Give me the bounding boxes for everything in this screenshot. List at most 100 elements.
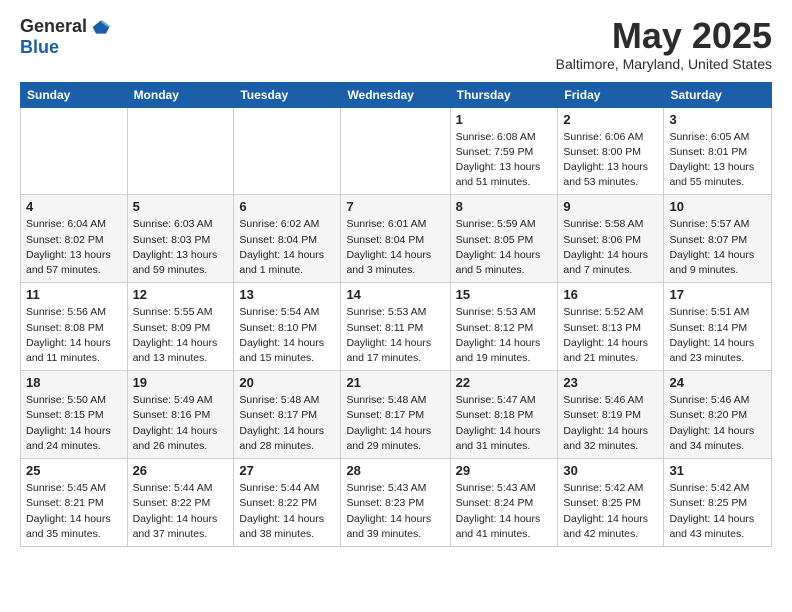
day-info: Sunrise: 5:56 AMSunset: 8:08 PMDaylight:… [26,305,122,366]
calendar-day-cell: 21 Sunrise: 5:48 AMSunset: 8:17 PMDayligh… [341,371,450,459]
day-info: Sunrise: 5:54 AMSunset: 8:10 PMDaylight:… [239,305,335,366]
day-number: 21 [346,375,444,390]
calendar-day-cell: 31Sunrise: 5:42 AMSunset: 8:25 PMDayligh… [664,459,772,547]
day-info: Sunrise: 6:08 AMSunset: 7:59 PMDaylight:… [456,130,553,191]
day-number: 29 [456,463,553,478]
calendar-day-cell: 22Sunrise: 5:47 AMSunset: 8:18 PMDayligh… [450,371,558,459]
day-number: 17 [669,287,766,302]
calendar-day-cell: 25Sunrise: 5:45 AMSunset: 8:21 PMDayligh… [21,459,128,547]
day-info: Sunrise: 5:43 AMSunset: 8:24 PMDaylight:… [456,481,553,542]
logo: General Blue [20,16,111,58]
day-info: Sunrise: 5:46 AMSunset: 8:20 PMDaylight:… [669,393,766,454]
day-info: Sunrise: 6:02 AMSunset: 8:04 PMDaylight:… [239,217,335,278]
day-info: Sunrise: 5:58 AMSunset: 8:06 PMDaylight:… [563,217,658,278]
calendar-day-cell: 6 Sunrise: 6:02 AMSunset: 8:04 PMDaylight… [234,195,341,283]
day-number: 18 [26,375,122,390]
day-number: 1 [456,112,553,127]
calendar-week-row: 11Sunrise: 5:56 AMSunset: 8:08 PMDayligh… [21,283,772,371]
calendar-day-cell: 10 Sunrise: 5:57 AMSunset: 8:07 PMDayligh… [664,195,772,283]
calendar-day-cell: 11Sunrise: 5:56 AMSunset: 8:08 PMDayligh… [21,283,128,371]
calendar-day-cell: 19 Sunrise: 5:49 AMSunset: 8:16 PMDayligh… [127,371,234,459]
calendar-day-cell: 14Sunrise: 5:53 AMSunset: 8:11 PMDayligh… [341,283,450,371]
day-info: Sunrise: 5:50 AMSunset: 8:15 PMDaylight:… [26,393,122,454]
calendar: SundayMondayTuesdayWednesdayThursdayFrid… [20,82,772,547]
day-info: Sunrise: 5:44 AMSunset: 8:22 PMDaylight:… [239,481,335,542]
day-number: 4 [26,199,122,214]
day-info: Sunrise: 5:46 AMSunset: 8:19 PMDaylight:… [563,393,658,454]
day-number: 23 [563,375,658,390]
day-info: Sunrise: 6:05 AMSunset: 8:01 PMDaylight:… [669,130,766,191]
calendar-day-cell: 29 Sunrise: 5:43 AMSunset: 8:24 PMDayligh… [450,459,558,547]
day-info: Sunrise: 5:53 AMSunset: 8:12 PMDaylight:… [456,305,553,366]
day-number: 16 [563,287,658,302]
calendar-week-row: 1 Sunrise: 6:08 AMSunset: 7:59 PMDaylight… [21,107,772,195]
calendar-day-cell: 13 Sunrise: 5:54 AMSunset: 8:10 PMDayligh… [234,283,341,371]
calendar-week-row: 25Sunrise: 5:45 AMSunset: 8:21 PMDayligh… [21,459,772,547]
calendar-header-day: Thursday [450,82,558,107]
day-info: Sunrise: 6:04 AMSunset: 8:02 PMDaylight:… [26,217,122,278]
header: General Blue May 2025 Baltimore, Marylan… [20,16,772,72]
calendar-day-cell: 23 Sunrise: 5:46 AMSunset: 8:19 PMDayligh… [558,371,664,459]
calendar-day-cell: 8Sunrise: 5:59 AMSunset: 8:05 PMDaylight… [450,195,558,283]
day-number: 13 [239,287,335,302]
day-number: 25 [26,463,122,478]
day-number: 28 [346,463,444,478]
calendar-header-day: Monday [127,82,234,107]
calendar-week-row: 18 Sunrise: 5:50 AMSunset: 8:15 PMDayligh… [21,371,772,459]
day-info: Sunrise: 5:48 AMSunset: 8:17 PMDaylight:… [239,393,335,454]
calendar-header-day: Wednesday [341,82,450,107]
day-number: 14 [346,287,444,302]
calendar-header-day: Sunday [21,82,128,107]
calendar-day-cell: 30Sunrise: 5:42 AMSunset: 8:25 PMDayligh… [558,459,664,547]
day-number: 9 [563,199,658,214]
day-info: Sunrise: 5:52 AMSunset: 8:13 PMDaylight:… [563,305,658,366]
calendar-header-day: Tuesday [234,82,341,107]
logo-text: General [20,16,111,37]
logo-blue-text: Blue [20,37,59,58]
day-info: Sunrise: 5:48 AMSunset: 8:17 PMDaylight:… [346,393,444,454]
day-number: 15 [456,287,553,302]
main-title: May 2025 [556,16,772,56]
calendar-day-cell [341,107,450,195]
calendar-day-cell: 28 Sunrise: 5:43 AMSunset: 8:23 PMDayligh… [341,459,450,547]
day-info: Sunrise: 5:44 AMSunset: 8:22 PMDaylight:… [133,481,229,542]
calendar-day-cell: 5 Sunrise: 6:03 AMSunset: 8:03 PMDaylight… [127,195,234,283]
day-info: Sunrise: 5:42 AMSunset: 8:25 PMDaylight:… [563,481,658,542]
day-number: 20 [239,375,335,390]
calendar-day-cell: 27 Sunrise: 5:44 AMSunset: 8:22 PMDayligh… [234,459,341,547]
calendar-day-cell: 3 Sunrise: 6:05 AMSunset: 8:01 PMDaylight… [664,107,772,195]
day-number: 26 [133,463,229,478]
day-info: Sunrise: 6:03 AMSunset: 8:03 PMDaylight:… [133,217,229,278]
calendar-header-day: Saturday [664,82,772,107]
logo-icon [91,17,111,37]
day-info: Sunrise: 5:43 AMSunset: 8:23 PMDaylight:… [346,481,444,542]
calendar-day-cell: 9 Sunrise: 5:58 AMSunset: 8:06 PMDaylight… [558,195,664,283]
calendar-day-cell: 1 Sunrise: 6:08 AMSunset: 7:59 PMDaylight… [450,107,558,195]
day-number: 6 [239,199,335,214]
day-number: 22 [456,375,553,390]
calendar-day-cell: 26 Sunrise: 5:44 AMSunset: 8:22 PMDayligh… [127,459,234,547]
day-number: 10 [669,199,766,214]
calendar-day-cell: 7Sunrise: 6:01 AMSunset: 8:04 PMDaylight… [341,195,450,283]
day-number: 5 [133,199,229,214]
day-number: 3 [669,112,766,127]
day-info: Sunrise: 5:57 AMSunset: 8:07 PMDaylight:… [669,217,766,278]
calendar-day-cell: 12Sunrise: 5:55 AMSunset: 8:09 PMDayligh… [127,283,234,371]
calendar-day-cell: 17 Sunrise: 5:51 AMSunset: 8:14 PMDayligh… [664,283,772,371]
day-info: Sunrise: 5:42 AMSunset: 8:25 PMDaylight:… [669,481,766,542]
calendar-day-cell: 24 Sunrise: 5:46 AMSunset: 8:20 PMDayligh… [664,371,772,459]
subtitle: Baltimore, Maryland, United States [556,56,772,72]
calendar-day-cell: 16 Sunrise: 5:52 AMSunset: 8:13 PMDayligh… [558,283,664,371]
day-number: 27 [239,463,335,478]
day-info: Sunrise: 5:51 AMSunset: 8:14 PMDaylight:… [669,305,766,366]
calendar-day-cell: 4 Sunrise: 6:04 AMSunset: 8:02 PMDaylight… [21,195,128,283]
day-number: 24 [669,375,766,390]
title-block: May 2025 Baltimore, Maryland, United Sta… [556,16,772,72]
calendar-header-day: Friday [558,82,664,107]
calendar-day-cell: 2Sunrise: 6:06 AMSunset: 8:00 PMDaylight… [558,107,664,195]
logo-general: General [20,16,87,37]
day-info: Sunrise: 5:49 AMSunset: 8:16 PMDaylight:… [133,393,229,454]
calendar-day-cell [234,107,341,195]
day-number: 19 [133,375,229,390]
day-info: Sunrise: 6:01 AMSunset: 8:04 PMDaylight:… [346,217,444,278]
